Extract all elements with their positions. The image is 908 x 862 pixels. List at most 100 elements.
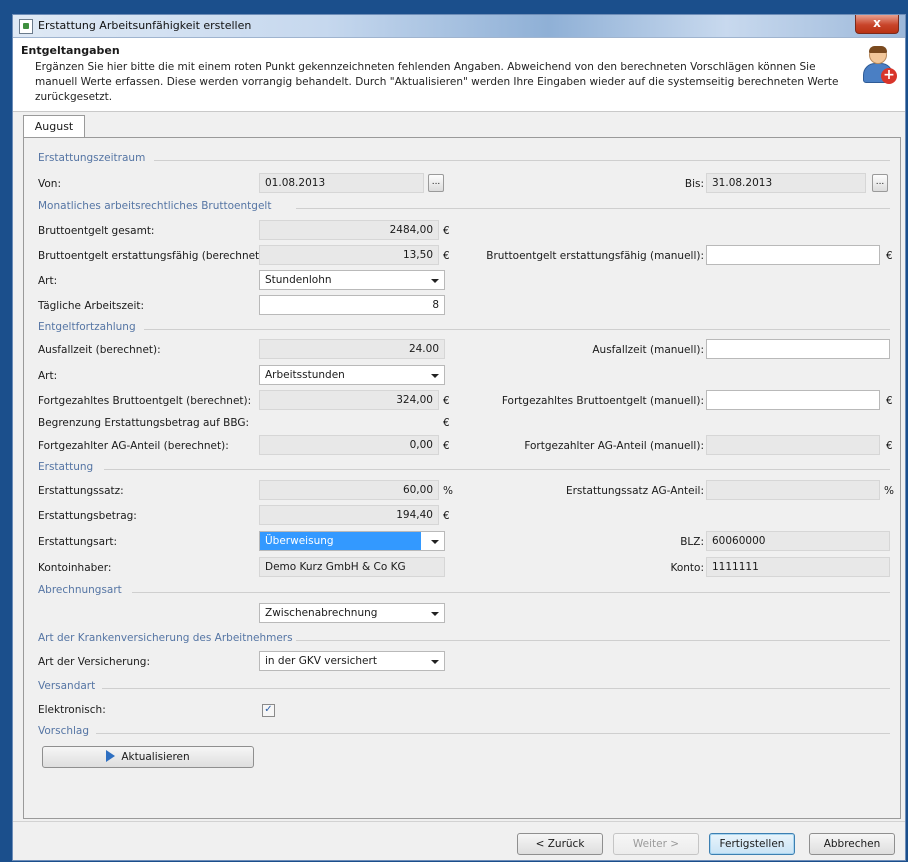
brutto-gesamt-label: Bruttoentgelt gesamt: <box>38 225 155 237</box>
section-bruttoentgelt: Monatliches arbeitsrechtliches Bruttoent… <box>38 200 272 212</box>
erstattungsart-select[interactable]: Überweisung <box>259 531 445 551</box>
euro-unit: € <box>886 250 893 262</box>
aktualisieren-button[interactable]: Aktualisieren <box>42 746 254 768</box>
divider <box>154 160 890 161</box>
bis-picker-button[interactable]: ... <box>872 174 888 192</box>
user-add-icon: + <box>861 46 897 84</box>
kontoinhaber-label: Kontoinhaber: <box>38 562 112 574</box>
fort-art-label: Art: <box>38 370 58 382</box>
chevron-down-icon <box>431 660 439 664</box>
tab-august[interactable]: August <box>23 115 85 138</box>
title-bar[interactable]: Erstattung Arbeitsunfähigkeit erstellen … <box>13 15 905 38</box>
blz-label: BLZ: <box>680 536 704 548</box>
erstattungssatz-ag-label: Erstattungssatz AG-Anteil: <box>565 485 704 497</box>
next-button[interactable]: Weiter > <box>613 833 699 855</box>
euro-unit: € <box>443 250 450 262</box>
app-icon <box>19 19 33 34</box>
cancel-button[interactable]: Abbrechen <box>809 833 895 855</box>
bbg-label: Begrenzung Erstattungsbetrag auf BBG: <box>38 417 250 429</box>
fort-brutto-label: Fortgezahltes Bruttoentgelt (berechnet): <box>38 395 252 407</box>
erstattungssatz-label: Erstattungssatz: <box>38 485 124 497</box>
konto-field: 1111111 <box>706 557 890 577</box>
euro-unit: € <box>443 395 450 407</box>
ausfall-manual-input[interactable] <box>706 339 890 359</box>
brutto-art-label: Art: <box>38 275 58 287</box>
section-erstattungszeitraum: Erstattungszeitraum <box>38 152 146 164</box>
kontoinhaber-field: Demo Kurz GmbH & Co KG <box>259 557 445 577</box>
percent-unit: % <box>884 485 894 497</box>
window-title: Erstattung Arbeitsunfähigkeit erstellen <box>38 19 252 32</box>
euro-unit: € <box>886 440 893 452</box>
arbeitszeit-input[interactable]: 8 <box>259 295 445 315</box>
tab-panel: Erstattungszeitraum Von: 01.08.2013 ... … <box>23 137 901 819</box>
chevron-down-icon <box>431 374 439 378</box>
back-button[interactable]: < Zurück <box>517 833 603 855</box>
section-krankenversicherung: Art der Krankenversicherung des Arbeitne… <box>38 632 293 644</box>
section-versandart: Versandart <box>38 680 96 692</box>
euro-unit: € <box>443 510 450 522</box>
von-label: Von: <box>38 178 61 190</box>
brutto-art-value: Stundenlohn <box>265 274 332 286</box>
divider <box>96 733 890 734</box>
fort-brutto-field: 324,00 <box>259 390 439 410</box>
page-title: Entgeltangaben <box>21 44 120 57</box>
blz-field: 60060000 <box>706 531 890 551</box>
erstattungsart-value: Überweisung <box>260 532 421 550</box>
fort-art-select[interactable]: Arbeitsstunden <box>259 365 445 385</box>
ag-anteil-manual-input <box>706 435 880 455</box>
brutto-gesamt-field: 2484,00 <box>259 220 439 240</box>
finish-button[interactable]: Fertigstellen <box>709 833 795 855</box>
section-vorschlag: Vorschlag <box>38 725 90 737</box>
dialog-window: Erstattung Arbeitsunfähigkeit erstellen … <box>12 14 906 861</box>
euro-unit: € <box>443 440 450 452</box>
brutto-erst-manual-input[interactable] <box>706 245 880 265</box>
erstattungsbetrag-field: 194,40 <box>259 505 439 525</box>
abrechnungsart-select[interactable]: Zwischenabrechnung <box>259 603 445 623</box>
divider <box>144 329 890 330</box>
ag-anteil-label: Fortgezahlter AG-Anteil (berechnet): <box>38 440 229 452</box>
brutto-erst-label: Bruttoentgelt erstattungsfähig (berechne… <box>38 250 267 262</box>
euro-unit: € <box>886 395 893 407</box>
fort-brutto-manual-label: Fortgezahltes Bruttoentgelt (manuell): <box>501 395 704 407</box>
versicherung-label: Art der Versicherung: <box>38 656 150 668</box>
versicherung-value: in der GKV versichert <box>265 655 377 667</box>
fort-brutto-manual-input[interactable] <box>706 390 880 410</box>
page-description: Ergänzen Sie hier bitte die mit einem ro… <box>35 61 839 103</box>
euro-unit: € <box>443 417 450 429</box>
elektronisch-checkbox[interactable]: ✓ <box>262 704 275 717</box>
brutto-erst-field: 13,50 <box>259 245 439 265</box>
bis-field[interactable]: 31.08.2013 <box>706 173 866 193</box>
erstattungsart-label: Erstattungsart: <box>38 536 118 548</box>
chevron-down-icon <box>431 612 439 616</box>
divider <box>102 688 890 689</box>
ausfall-label: Ausfallzeit (berechnet): <box>38 344 161 356</box>
erstattungssatz-ag-field <box>706 480 880 500</box>
divider <box>296 208 890 209</box>
section-entgeltfortzahlung: Entgeltfortzahlung <box>38 321 136 333</box>
bbg-field <box>259 412 439 432</box>
versicherung-select[interactable]: in der GKV versichert <box>259 651 445 671</box>
chevron-down-icon <box>431 540 439 544</box>
footer-divider <box>13 821 905 822</box>
section-abrechnungsart: Abrechnungsart <box>38 584 122 596</box>
aktualisieren-label: Aktualisieren <box>121 751 190 763</box>
von-field[interactable]: 01.08.2013 <box>259 173 424 193</box>
chevron-down-icon <box>431 279 439 283</box>
abrechnungsart-value: Zwischenabrechnung <box>265 607 378 619</box>
section-erstattung: Erstattung <box>38 461 94 473</box>
wizard-header: Entgeltangaben Ergänzen Sie hier bitte d… <box>13 38 905 112</box>
ag-anteil-manual-label: Fortgezahlter AG-Anteil (manuell): <box>524 440 704 452</box>
erstattungsbetrag-label: Erstattungsbetrag: <box>38 510 137 522</box>
konto-label: Konto: <box>670 562 704 574</box>
arbeitszeit-label: Tägliche Arbeitszeit: <box>38 300 145 312</box>
close-button[interactable]: x <box>855 15 899 34</box>
divider <box>104 469 890 470</box>
euro-unit: € <box>443 225 450 237</box>
elektronisch-label: Elektronisch: <box>38 704 106 716</box>
play-icon <box>106 750 116 762</box>
brutto-erst-manual-label: Bruttoentgelt erstattungsfähig (manuell)… <box>486 250 704 262</box>
divider <box>296 640 890 641</box>
von-picker-button[interactable]: ... <box>428 174 444 192</box>
bis-label: Bis: <box>684 178 704 190</box>
brutto-art-select[interactable]: Stundenlohn <box>259 270 445 290</box>
